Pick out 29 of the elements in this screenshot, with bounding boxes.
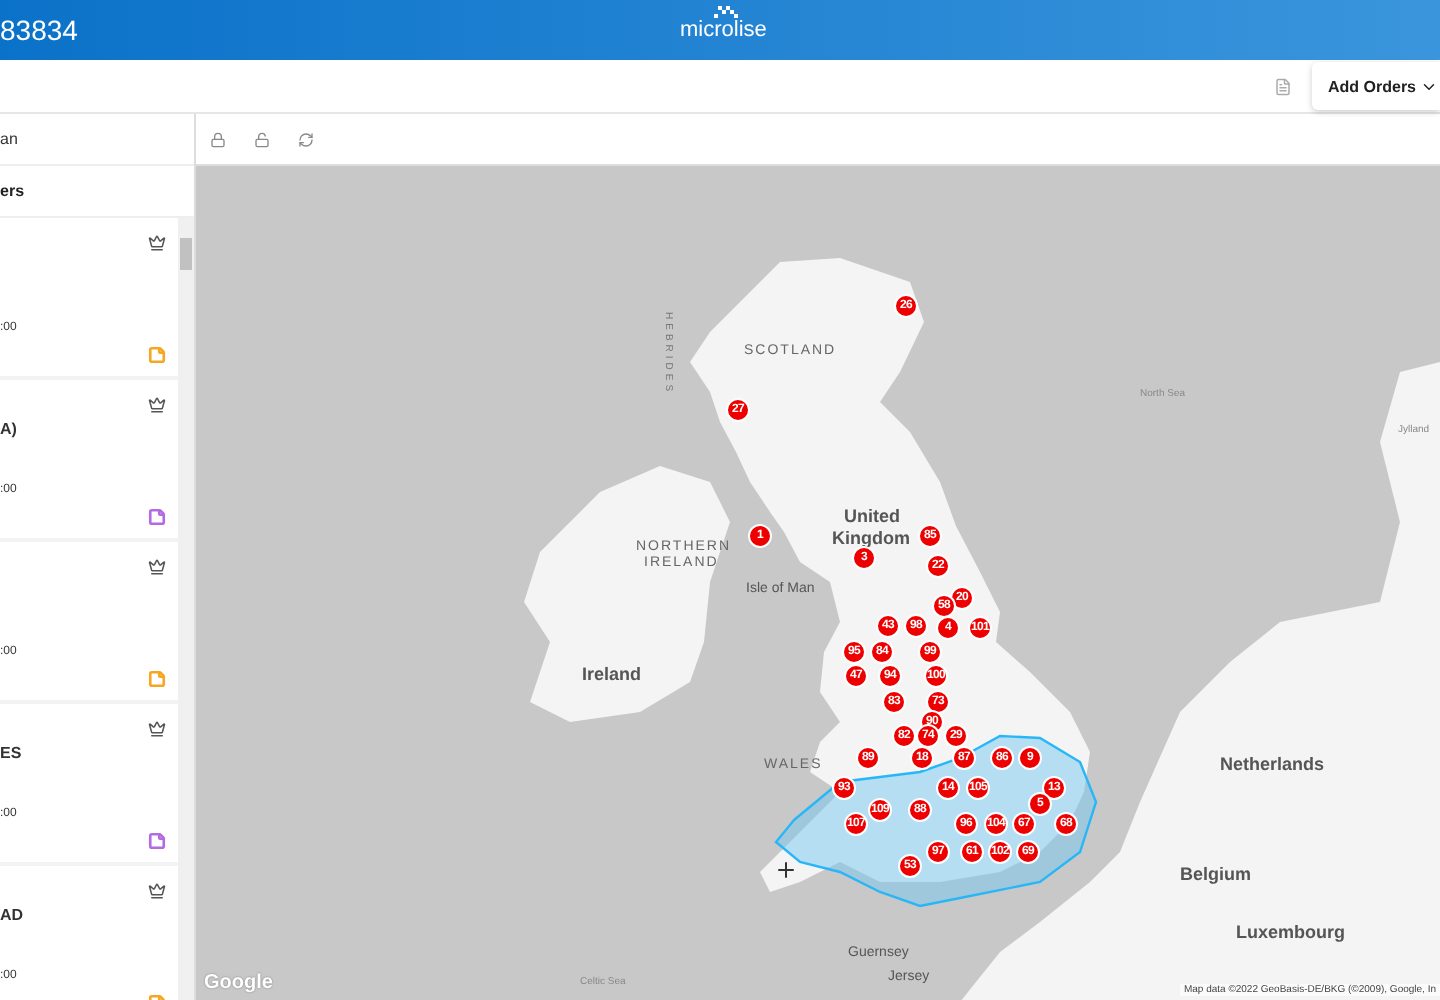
note-icon[interactable]: [148, 508, 166, 526]
order-title: A): [0, 420, 17, 438]
map-label: Kingdom: [832, 530, 910, 548]
lock-icon[interactable]: [210, 131, 226, 147]
order-title: ES: [0, 744, 22, 762]
note-icon[interactable]: [148, 346, 166, 364]
map-label: Netherlands: [1220, 756, 1325, 774]
crown-icon: [148, 234, 166, 252]
crown-icon: [148, 720, 166, 738]
note-icon[interactable]: [148, 670, 166, 688]
refresh-icon[interactable]: [298, 131, 314, 147]
map[interactable]: [196, 166, 1440, 1000]
map-label: Ireland: [582, 666, 642, 684]
order-number: 83834: [0, 14, 78, 46]
crown-icon: [148, 396, 166, 414]
crown-icon: [148, 558, 166, 576]
logo-text: microlise: [680, 18, 767, 42]
logo-icon: [709, 6, 738, 18]
document-icon[interactable]: [1274, 77, 1292, 95]
unlock-icon[interactable]: [254, 131, 270, 147]
order-title: AD: [0, 906, 24, 924]
map-label: Belgium: [1180, 866, 1252, 884]
panel-heading: an: [0, 114, 194, 166]
crown-icon: [148, 882, 166, 900]
note-icon[interactable]: [148, 832, 166, 850]
map-label: Luxembourg: [1236, 924, 1346, 942]
add-orders-button[interactable]: Add Orders: [1312, 62, 1440, 110]
crosshair-icon: [774, 858, 798, 882]
map-label: United: [844, 508, 900, 526]
